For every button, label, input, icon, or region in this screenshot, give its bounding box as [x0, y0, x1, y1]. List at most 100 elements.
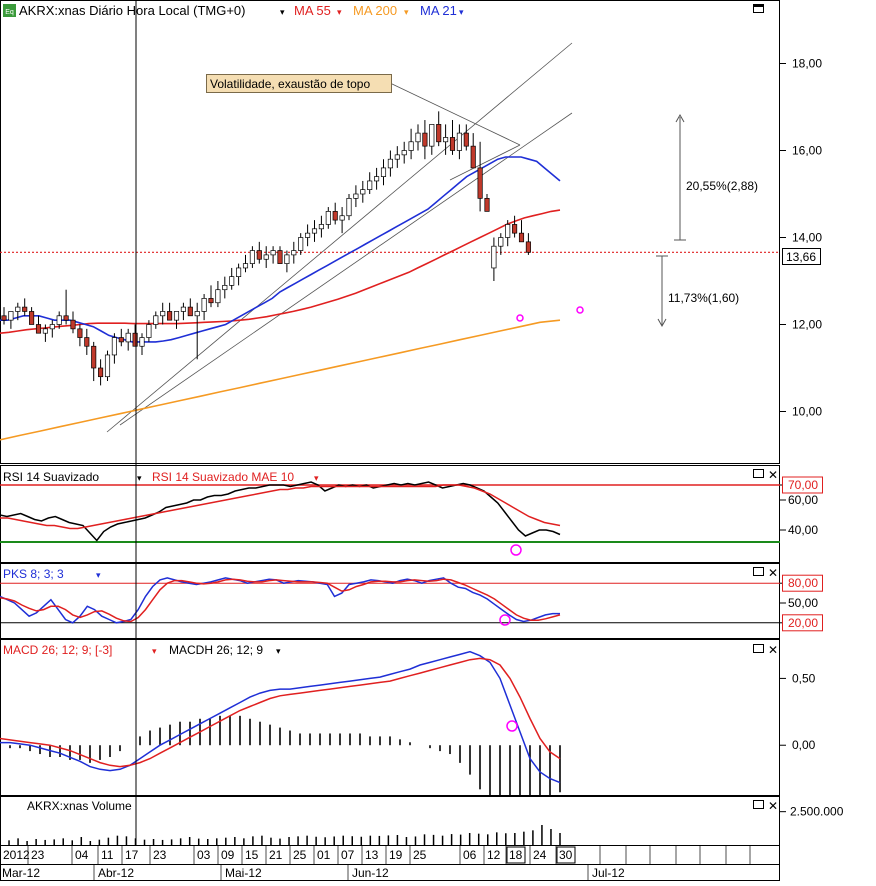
pks-tick-label: 50,00: [788, 596, 818, 610]
day-tick-label[interactable]: 06: [463, 848, 477, 862]
candle-body: [201, 298, 207, 312]
annotation-text: Volatilidade, exaustão de topo: [210, 77, 370, 91]
candle-body: [401, 150, 407, 156]
candle-body: [270, 250, 276, 256]
rsi-mae-label[interactable]: RSI 14 Suavizado MAE 10: [152, 470, 294, 484]
day-tick-label[interactable]: 15: [245, 848, 259, 862]
day-tick-label[interactable]: 25: [293, 848, 307, 862]
macd-dropdown-icon[interactable]: ▾: [152, 646, 157, 656]
candle-body: [180, 306, 186, 312]
candle-body: [463, 132, 469, 147]
ma200-dropdown-icon[interactable]: ▾: [404, 7, 409, 17]
day-tick-label[interactable]: 23: [31, 848, 45, 862]
macd-label[interactable]: MACD 26; 12; 9; [-3]: [3, 643, 112, 657]
candle-body: [173, 311, 180, 321]
month-label[interactable]: Jul-12: [592, 866, 625, 880]
title-dropdown-icon[interactable]: ▾: [280, 7, 285, 17]
day-tick-label[interactable]: 09: [221, 848, 235, 862]
month-label[interactable]: Mai-12: [225, 866, 262, 880]
candle-body: [194, 311, 200, 317]
candle-body: [118, 337, 124, 343]
candle-body: [84, 337, 90, 347]
candle-body: [387, 158, 393, 169]
day-tick-label[interactable]: 17: [125, 848, 139, 862]
candle-body: [139, 337, 145, 347]
candle-body: [125, 332, 131, 343]
pks-label[interactable]: PKS 8; 3; 3: [3, 567, 64, 581]
day-tick-label[interactable]: 12: [487, 848, 501, 862]
rsi-close-icon[interactable]: ✕: [768, 468, 778, 482]
day-tick-label[interactable]: 2012: [3, 848, 30, 862]
candle-body: [325, 211, 331, 225]
candle-body: [449, 137, 456, 151]
candle-body: [42, 328, 48, 334]
chart-canvas: 18,00 16,00 14,00 12,00 10,00 70,0060,00 40,00…: [0, 0, 844, 881]
day-tick-label[interactable]: 25: [413, 848, 427, 862]
candle-body: [422, 132, 428, 147]
rsi-label[interactable]: RSI 14 Suavizado: [3, 470, 99, 484]
candle-body: [277, 250, 283, 264]
price-tick-label: 18,00: [792, 57, 822, 71]
candle-body: [242, 263, 249, 269]
rsi-dropdown-icon[interactable]: ▾: [137, 473, 142, 483]
candle-body: [111, 337, 117, 356]
last-price-value: 13,66: [786, 250, 816, 264]
pks-close-icon[interactable]: ✕: [768, 566, 778, 580]
day-tick-label[interactable]: 03: [197, 848, 211, 862]
macd-tick-label: 0,00: [792, 738, 816, 752]
price-panel: [0, 0, 780, 464]
rsi-mae-dropdown-icon[interactable]: ▾: [314, 473, 319, 483]
candle-body: [456, 132, 462, 151]
day-tick-label[interactable]: 13: [365, 848, 379, 862]
day-tick-label[interactable]: 21: [269, 848, 283, 862]
legend-ma200[interactable]: MA 200: [353, 3, 397, 18]
candle-body: [380, 167, 387, 177]
candle-body: [318, 224, 324, 230]
ma21-dropdown-icon[interactable]: ▾: [459, 7, 464, 17]
candle-body: [8, 311, 14, 321]
day-tick-label[interactable]: 18: [509, 848, 523, 862]
macdh-dropdown-icon[interactable]: ▾: [276, 646, 281, 656]
macd-panel: [0, 639, 780, 796]
legend-ma55[interactable]: MA 55: [294, 3, 331, 18]
candle-body: [132, 332, 138, 347]
candle-body: [408, 141, 414, 151]
rsi-panel: [0, 465, 780, 563]
candle-body: [98, 367, 104, 378]
candle-body: [104, 354, 111, 378]
ma55-dropdown-icon[interactable]: ▾: [337, 7, 342, 17]
candle-body: [35, 324, 42, 334]
chart-title[interactable]: AKRX:xnas Diário Hora Local (TMG+0): [19, 3, 246, 18]
candle-body: [311, 228, 318, 234]
day-tick-label[interactable]: 04: [75, 848, 89, 862]
candle-body: [63, 315, 69, 321]
month-label[interactable]: Abr-12: [98, 866, 134, 880]
month-label[interactable]: Jun-12: [352, 866, 389, 880]
day-tick-label[interactable]: 01: [317, 848, 331, 862]
day-tick-label[interactable]: 07: [341, 848, 355, 862]
macd-close-icon[interactable]: ✕: [768, 643, 778, 657]
day-tick-label[interactable]: 23: [153, 848, 167, 862]
candle-body: [353, 193, 359, 199]
pks-dropdown-icon[interactable]: ▾: [96, 570, 101, 580]
legend-ma21[interactable]: MA 21: [420, 3, 457, 18]
measure-up-label: 20,55%(2,88): [686, 179, 758, 193]
macdh-label[interactable]: MACDH 26; 12; 9: [169, 643, 263, 657]
day-tick-label[interactable]: 30: [559, 848, 573, 862]
candle-body: [491, 245, 497, 269]
volume-label[interactable]: AKRX:xnas Volume: [27, 799, 132, 813]
price-tick-label: 16,00: [792, 144, 822, 158]
day-tick-label[interactable]: 19: [389, 848, 403, 862]
candle-body: [56, 315, 62, 325]
candle-body: [256, 250, 262, 260]
volume-close-icon[interactable]: ✕: [768, 799, 778, 813]
price-tick-label: 14,00: [792, 231, 822, 245]
day-tick-label[interactable]: 24: [533, 848, 547, 862]
candle-body: [443, 137, 449, 143]
month-label[interactable]: Mar-12: [2, 866, 40, 880]
candle: [104, 350, 111, 382]
day-tick-label[interactable]: 11: [101, 848, 114, 862]
candle-body: [367, 180, 373, 190]
candle-body: [436, 124, 442, 143]
candle-body: [394, 154, 400, 160]
